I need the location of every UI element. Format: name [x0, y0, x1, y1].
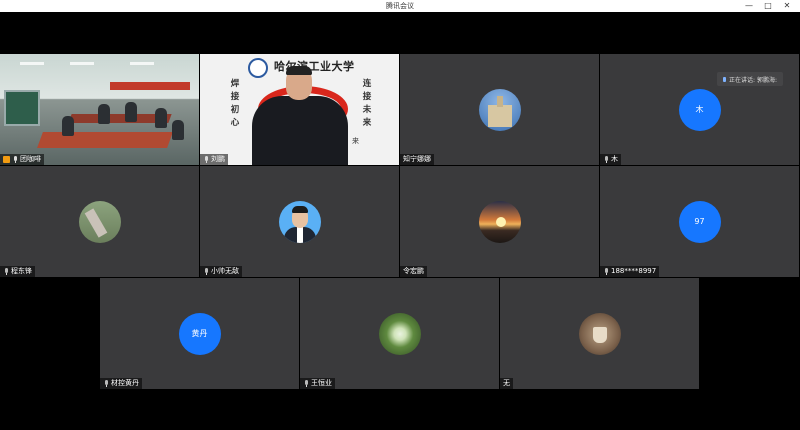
host-icon [3, 156, 10, 163]
participant-namebar: 木 [600, 154, 621, 165]
participant-avatar [78, 200, 121, 243]
participant-namebar: 材控黄丹 [100, 378, 142, 389]
participant-name: 王恒业 [311, 379, 332, 387]
participant-tile[interactable]: 团咖啡 [0, 54, 199, 165]
participant-tile[interactable]: 令宏鹏 [400, 166, 599, 277]
microphone-muted-icon [303, 380, 309, 387]
participant-namebar: 王恒业 [300, 378, 335, 389]
microphone-icon [203, 156, 209, 163]
speaking-indicator: 正在讲话: 郭鹏海: [717, 72, 783, 86]
speaking-icon [723, 76, 727, 82]
participant-tile[interactable]: 黄丹 材控黄丹 [100, 278, 299, 389]
participant-namebar: 188****8997 [600, 266, 660, 277]
participant-tile[interactable]: 无 [500, 278, 699, 389]
close-button[interactable]: ✕ [782, 0, 792, 12]
participant-name: 团咖啡 [20, 155, 41, 163]
speaking-label: 正在讲话: 郭鹏海: [729, 76, 777, 84]
video-grid: 团咖啡 哈尔滨工业大学 焊接初心 连接未来 来 刘鹏 知宁娜娜 正在讲话: 郭鹏… [0, 12, 800, 430]
participant-tile[interactable]: 知宁娜娜 [400, 54, 599, 165]
microphone-muted-icon [103, 380, 109, 387]
participant-namebar: 程东锋 [0, 266, 35, 277]
university-logo-icon [248, 58, 268, 78]
participant-tile[interactable]: 王恒业 [300, 278, 499, 389]
participant-tile[interactable]: 97 188****8997 [600, 166, 799, 277]
maximize-button[interactable]: □ [763, 0, 773, 12]
participant-name: 小帅无敌 [211, 267, 239, 275]
backdrop-tail-text: 来 [352, 137, 359, 145]
participant-name: 材控黄丹 [111, 379, 139, 387]
left-slogan: 焊接初心 [230, 79, 240, 128]
minimize-button[interactable]: — [744, 0, 754, 12]
participant-namebar: 知宁娜娜 [400, 154, 434, 165]
microphone-muted-icon [603, 268, 609, 275]
participant-avatar: 黄丹 [178, 312, 221, 355]
participant-namebar: 团咖啡 [0, 154, 44, 165]
right-slogan: 连接未来 [362, 79, 372, 128]
participant-avatar: 木 [678, 88, 721, 131]
window-controls: — □ ✕ [744, 0, 792, 12]
microphone-icon [12, 156, 18, 163]
participant-tile[interactable]: 小帅无敌 [200, 166, 399, 277]
participant-avatar [478, 200, 521, 243]
window-titlebar: 腾讯会议 — □ ✕ [0, 0, 800, 12]
participant-namebar: 刘鹏 [200, 154, 228, 165]
participant-name: 188****8997 [611, 267, 657, 275]
participant-tile[interactable]: 哈尔滨工业大学 焊接初心 连接未来 来 刘鹏 [200, 54, 399, 165]
participant-tile[interactable]: 程东锋 [0, 166, 199, 277]
participant-avatar [578, 312, 621, 355]
participant-name: 知宁娜娜 [403, 155, 431, 163]
participant-video [0, 54, 199, 165]
participant-name: 无 [503, 379, 510, 387]
participant-namebar: 小帅无敌 [200, 266, 242, 277]
participant-avatar [278, 200, 321, 243]
window-title: 腾讯会议 [386, 2, 414, 10]
microphone-muted-icon [603, 156, 609, 163]
participant-tile[interactable]: 正在讲话: 郭鹏海: 木 木 [600, 54, 799, 165]
participant-avatar [478, 88, 521, 131]
participant-video: 哈尔滨工业大学 焊接初心 连接未来 来 [200, 54, 399, 165]
participant-name: 刘鹏 [211, 155, 225, 163]
participant-avatar [378, 312, 421, 355]
participant-name: 令宏鹏 [403, 267, 424, 275]
microphone-muted-icon [203, 268, 209, 275]
participant-avatar: 97 [678, 200, 721, 243]
participant-name: 程东锋 [11, 267, 32, 275]
participant-namebar: 无 [500, 378, 513, 389]
participant-name: 木 [611, 155, 618, 163]
microphone-muted-icon [3, 268, 9, 275]
participant-namebar: 令宏鹏 [400, 266, 427, 277]
